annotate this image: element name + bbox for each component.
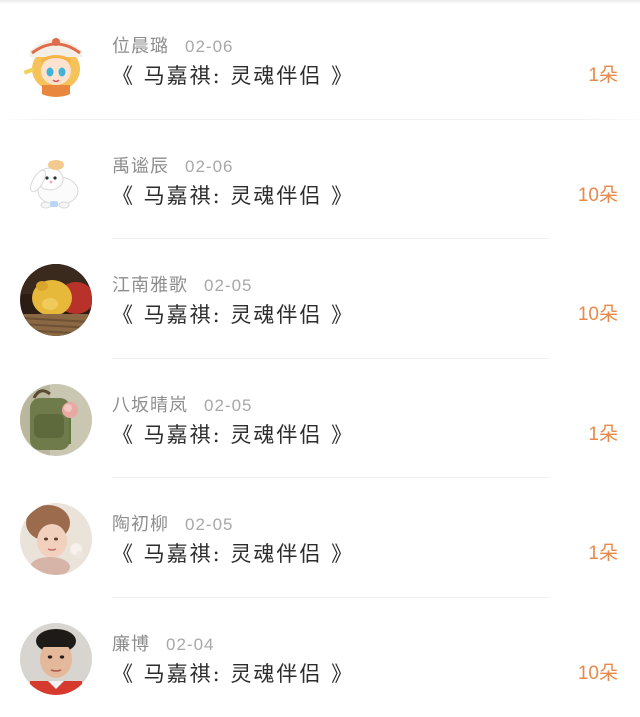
flower-count: 10朵 bbox=[578, 661, 618, 687]
flower-count: 10朵 bbox=[578, 183, 618, 209]
name-line: 禹谧辰 02-06 bbox=[112, 154, 233, 180]
flower-count: 1朵 bbox=[588, 63, 618, 89]
list-item[interactable]: 江南雅歌 02-05 《 马嘉祺: 灵魂伴侣 》 10朵 bbox=[0, 239, 640, 359]
name-line: 位晨璐 02-06 bbox=[112, 34, 233, 60]
avatar[interactable] bbox=[20, 623, 92, 695]
list-item[interactable]: 位晨璐 02-06 《 马嘉祺: 灵魂伴侣 》 1朵 bbox=[0, 0, 640, 120]
book-title[interactable]: 《 马嘉祺: 灵魂伴侣 》 bbox=[112, 539, 354, 569]
gift-record-list: 位晨璐 02-06 《 马嘉祺: 灵魂伴侣 》 1朵 bbox=[0, 0, 640, 717]
user-name[interactable]: 江南雅歌 bbox=[112, 275, 188, 296]
backpack-flower-avatar-icon bbox=[20, 384, 92, 456]
user-name[interactable]: 禹谧辰 bbox=[112, 156, 169, 177]
gift-date: 02-04 bbox=[166, 635, 214, 654]
child-portrait-avatar-icon bbox=[20, 503, 92, 575]
gift-date: 02-06 bbox=[185, 37, 233, 56]
user-name[interactable]: 八坂晴岚 bbox=[112, 395, 188, 416]
name-line: 廉博 02-04 bbox=[112, 632, 214, 658]
gift-date: 02-05 bbox=[204, 276, 252, 295]
gift-date: 02-06 bbox=[185, 157, 233, 176]
flower-count: 1朵 bbox=[588, 541, 618, 567]
avatar[interactable] bbox=[20, 264, 92, 336]
avatar[interactable] bbox=[20, 384, 92, 456]
book-title[interactable]: 《 马嘉祺: 灵魂伴侣 》 bbox=[112, 420, 354, 450]
name-line: 陶初柳 02-05 bbox=[112, 512, 233, 538]
book-title[interactable]: 《 马嘉祺: 灵魂伴侣 》 bbox=[112, 659, 354, 689]
man-portrait-avatar-icon bbox=[20, 623, 92, 695]
user-name[interactable]: 陶初柳 bbox=[112, 514, 169, 535]
avatar[interactable] bbox=[20, 25, 92, 97]
name-line: 江南雅歌 02-05 bbox=[112, 273, 252, 299]
plush-bear-avatar-icon bbox=[20, 264, 92, 336]
user-name[interactable]: 廉博 bbox=[112, 634, 150, 655]
avatar[interactable] bbox=[20, 503, 92, 575]
name-line: 八坂晴岚 02-05 bbox=[112, 393, 252, 419]
list-item[interactable]: 廉博 02-04 《 马嘉祺: 灵魂伴侣 》 10朵 bbox=[0, 598, 640, 717]
list-item[interactable]: 八坂晴岚 02-05 《 马嘉祺: 灵魂伴侣 》 1朵 bbox=[0, 359, 640, 479]
book-title[interactable]: 《 马嘉祺: 灵魂伴侣 》 bbox=[112, 300, 354, 330]
bunny-avatar-icon bbox=[20, 145, 92, 217]
anime-girl-avatar-icon bbox=[20, 25, 92, 97]
user-name[interactable]: 位晨璐 bbox=[112, 36, 169, 57]
list-item[interactable]: 禹谧辰 02-06 《 马嘉祺: 灵魂伴侣 》 10朵 bbox=[0, 120, 640, 240]
book-title[interactable]: 《 马嘉祺: 灵魂伴侣 》 bbox=[112, 181, 354, 211]
flower-count: 1朵 bbox=[588, 422, 618, 448]
gift-date: 02-05 bbox=[185, 515, 233, 534]
flower-count: 10朵 bbox=[578, 302, 618, 328]
list-item[interactable]: 陶初柳 02-05 《 马嘉祺: 灵魂伴侣 》 1朵 bbox=[0, 478, 640, 598]
book-title[interactable]: 《 马嘉祺: 灵魂伴侣 》 bbox=[112, 61, 354, 91]
gift-date: 02-05 bbox=[204, 396, 252, 415]
avatar[interactable] bbox=[20, 145, 92, 217]
